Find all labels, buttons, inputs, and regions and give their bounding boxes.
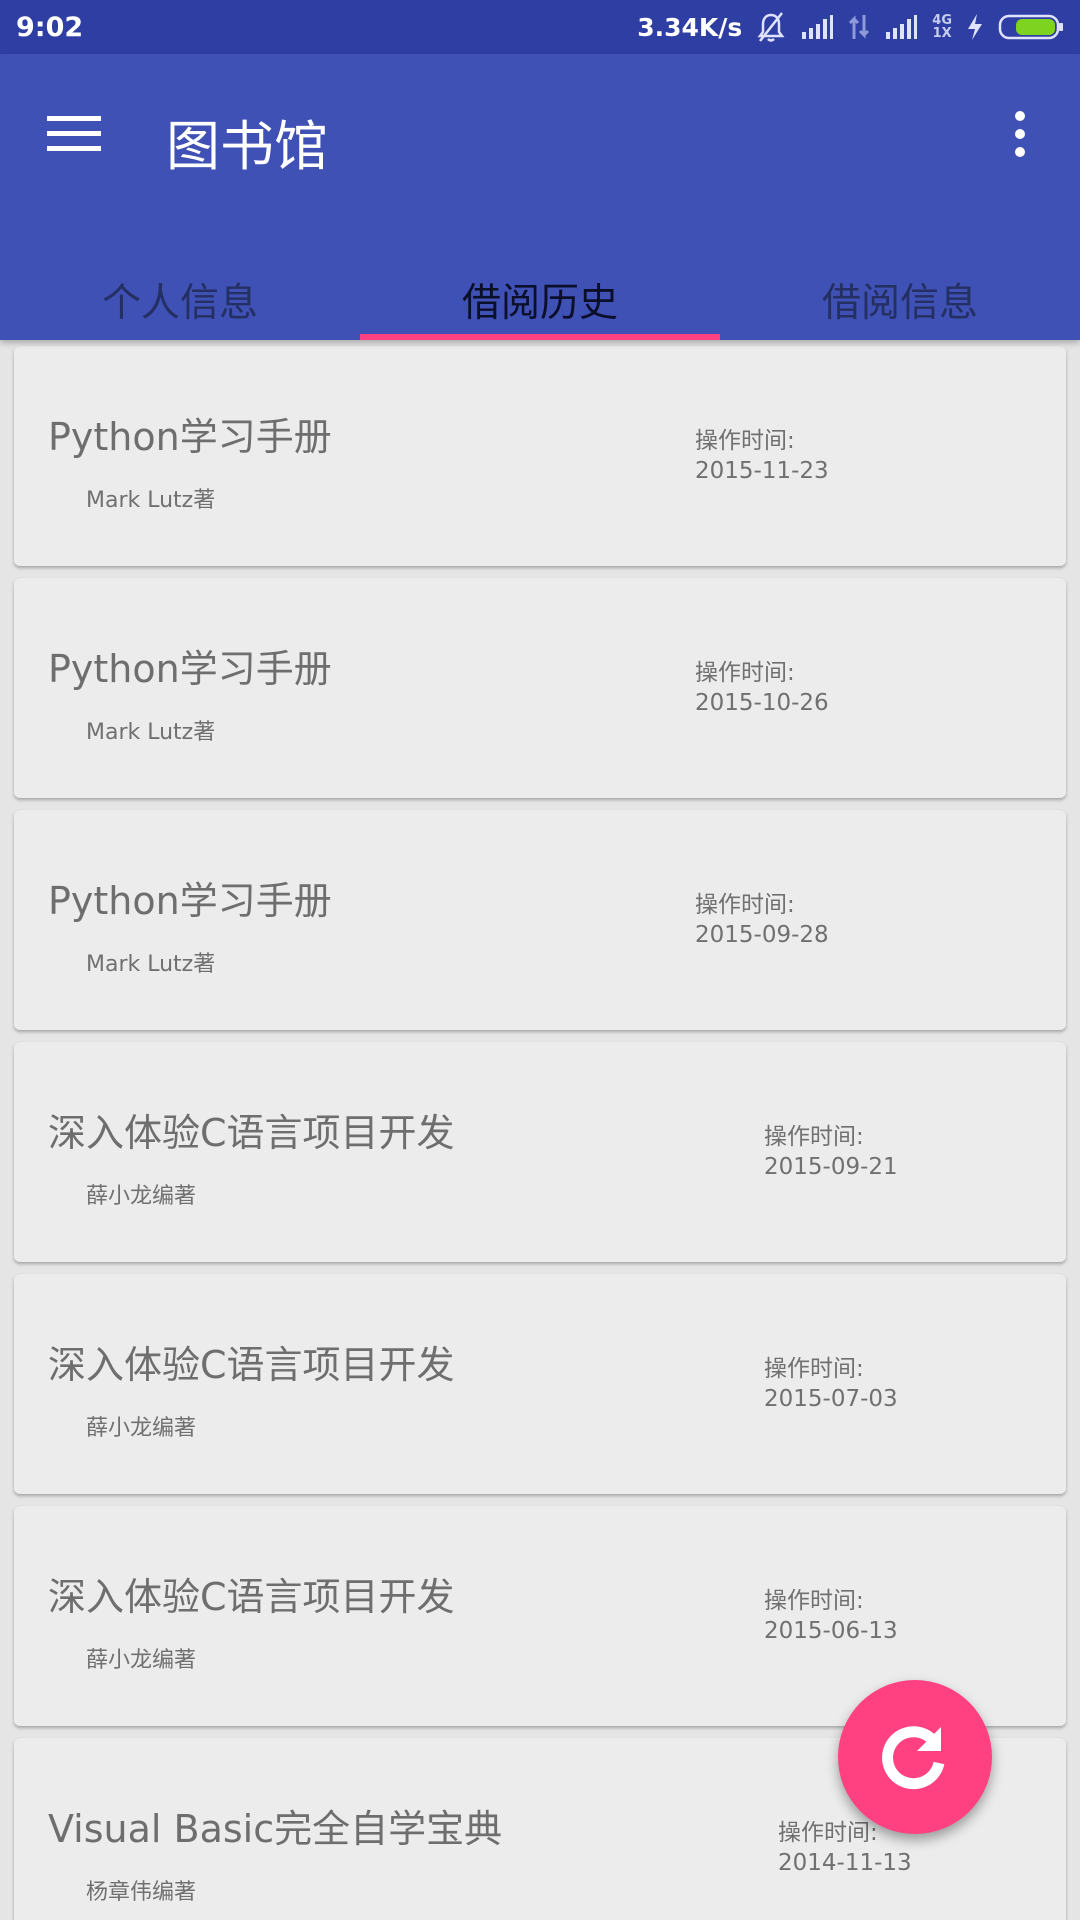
bell-off-icon bbox=[756, 11, 786, 43]
network-type-icon: 4G 1X bbox=[932, 13, 952, 41]
history-card[interactable]: 深入体验C语言项目开发 薛小龙编著 操作时间: 2015-07-03 bbox=[14, 1274, 1066, 1494]
time-date: 2015-09-28 bbox=[695, 922, 829, 948]
tab-borrow-history[interactable]: 借阅历史 bbox=[360, 270, 720, 340]
book-title: Visual Basic完全自学宝典 bbox=[48, 1807, 503, 1851]
operation-time: 操作时间: 2015-07-03 bbox=[764, 1354, 898, 1414]
history-card[interactable]: Python学习手册 Mark Lutz著 操作时间: 2015-11-23 bbox=[14, 346, 1066, 566]
time-date: 2015-11-23 bbox=[695, 458, 829, 484]
book-title: Python学习手册 bbox=[48, 879, 332, 923]
operation-time: 操作时间: 2015-11-23 bbox=[695, 426, 829, 486]
history-card[interactable]: Python学习手册 Mark Lutz著 操作时间: 2015-10-26 bbox=[14, 578, 1066, 798]
time-label: 操作时间: bbox=[764, 1124, 864, 1150]
data-arrows-icon bbox=[848, 13, 870, 41]
status-bar: 9:02 3.34K/s 4G 1X bbox=[0, 0, 1080, 54]
book-title: 深入体验C语言项目开发 bbox=[48, 1343, 455, 1387]
operation-time: 操作时间: 2015-10-26 bbox=[695, 658, 829, 718]
time-label: 操作时间: bbox=[695, 660, 795, 686]
status-icons: 3.34K/s 4G 1X bbox=[637, 11, 1064, 43]
operation-time: 操作时间: 2015-09-21 bbox=[764, 1122, 898, 1182]
book-author: 杨章伟编著 bbox=[86, 1880, 197, 1905]
tab-bar: 个人信息 借阅历史 借阅信息 bbox=[0, 270, 1080, 340]
time-date: 2015-07-03 bbox=[764, 1386, 898, 1412]
book-author: 薛小龙编著 bbox=[86, 1416, 197, 1441]
history-card[interactable]: 深入体验C语言项目开发 薛小龙编著 操作时间: 2015-09-21 bbox=[14, 1042, 1066, 1262]
book-author: 薛小龙编著 bbox=[86, 1184, 197, 1209]
book-title: 深入体验C语言项目开发 bbox=[48, 1575, 455, 1619]
operation-time: 操作时间: 2015-09-28 bbox=[695, 890, 829, 950]
toolbar: 图书馆 bbox=[0, 54, 1080, 214]
battery-icon bbox=[998, 13, 1064, 41]
time-label: 操作时间: bbox=[764, 1356, 864, 1382]
more-vert-icon[interactable] bbox=[996, 104, 1044, 164]
refresh-button[interactable] bbox=[838, 1680, 992, 1834]
refresh-icon bbox=[879, 1721, 951, 1793]
time-date: 2014-11-13 bbox=[778, 1850, 912, 1876]
signal-icon bbox=[800, 14, 834, 40]
status-time: 9:02 bbox=[16, 11, 84, 43]
history-card[interactable]: Python学习手册 Mark Lutz著 操作时间: 2015-09-28 bbox=[14, 810, 1066, 1030]
operation-time: 操作时间: 2015-06-13 bbox=[764, 1586, 898, 1646]
page-title: 图书馆 bbox=[166, 115, 328, 178]
tab-personal-info[interactable]: 个人信息 bbox=[0, 270, 360, 340]
time-label: 操作时间: bbox=[695, 428, 795, 454]
book-title: Python学习手册 bbox=[48, 647, 332, 691]
time-label: 操作时间: bbox=[764, 1588, 864, 1614]
book-author: Mark Lutz著 bbox=[86, 952, 216, 977]
time-date: 2015-06-13 bbox=[764, 1618, 898, 1644]
charging-icon bbox=[966, 13, 984, 41]
app-bar: 图书馆 个人信息 借阅历史 借阅信息 bbox=[0, 54, 1080, 340]
time-date: 2015-10-26 bbox=[695, 690, 829, 716]
tab-borrow-info[interactable]: 借阅信息 bbox=[720, 270, 1080, 340]
signal-icon-2 bbox=[884, 14, 918, 40]
hamburger-menu-icon[interactable] bbox=[44, 104, 104, 164]
book-title: 深入体验C语言项目开发 bbox=[48, 1111, 455, 1155]
book-author: 薛小龙编著 bbox=[86, 1648, 197, 1673]
book-author: Mark Lutz著 bbox=[86, 720, 216, 745]
network-speed: 3.34K/s bbox=[637, 12, 743, 42]
book-author: Mark Lutz著 bbox=[86, 488, 216, 513]
time-date: 2015-09-21 bbox=[764, 1154, 898, 1180]
book-title: Python学习手册 bbox=[48, 415, 332, 459]
time-label: 操作时间: bbox=[695, 892, 795, 918]
